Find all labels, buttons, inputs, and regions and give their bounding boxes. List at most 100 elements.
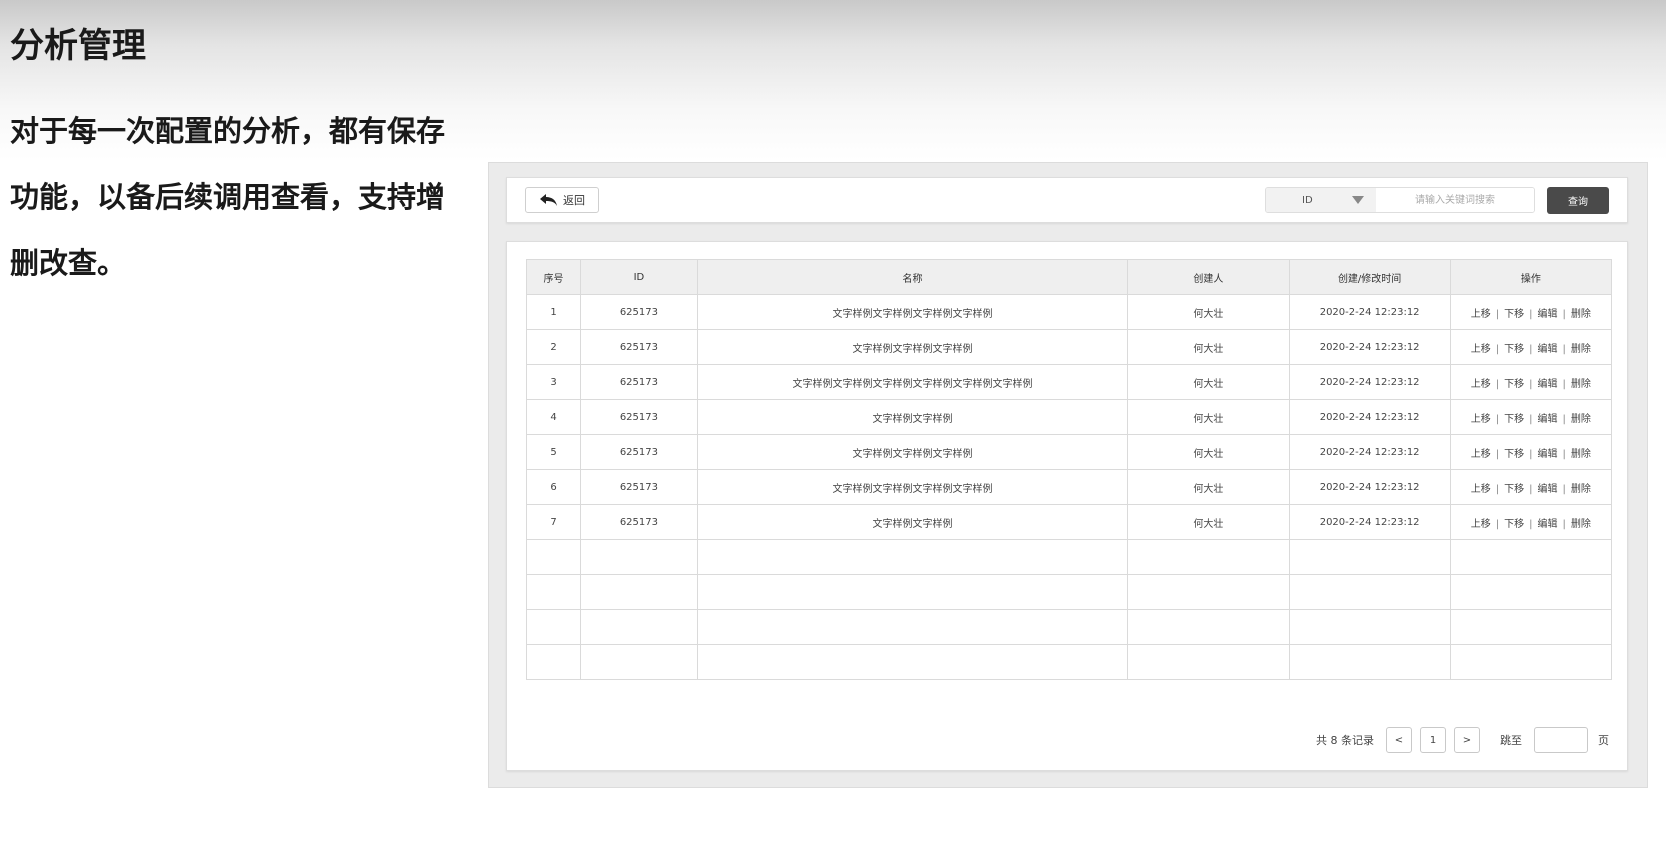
search-field-value: ID [1302,194,1313,206]
empty-cell [580,539,698,575]
empty-cell [1449,609,1613,645]
cell-time: 2020-2-24 12:23:12 [1288,329,1451,365]
empty-cell [580,574,698,610]
jump-page-input[interactable] [1534,727,1588,753]
table-row: 6 625173 文字样例文字样例文字样例文字样例 何大壮 2020-2-24 12:2… [525,469,1613,505]
current-page-button[interactable]: 1 [1420,727,1446,753]
edit-link[interactable]: 编辑 [1533,484,1563,495]
cell-actions: 上移 | 下移 | 编辑 | 删除 [1449,329,1613,365]
cell-name: 文字样例文字样例文字样例 [696,329,1129,365]
delete-link[interactable]: 删除 [1566,484,1596,495]
empty-cell [1449,539,1613,575]
delete-link[interactable]: 删除 [1566,414,1596,425]
delete-link[interactable]: 删除 [1566,309,1596,320]
empty-cell [580,609,698,645]
cell-actions: 上移 | 下移 | 编辑 | 删除 [1449,469,1613,505]
query-button[interactable]: 查询 [1547,187,1609,214]
cell-time: 2020-2-24 12:23:12 [1288,294,1451,330]
cell-id: 625173 [580,399,698,435]
cell-id: 625173 [580,329,698,365]
table-row: 7 625173 文字样例文字样例 何大壮 2020-2-24 12:23:12 上移 | 下… [525,504,1613,540]
empty-cell [1288,609,1451,645]
prev-page-button[interactable]: < [1386,727,1412,753]
empty-cell [1127,574,1290,610]
cell-id: 625173 [580,504,698,540]
delete-link[interactable]: 删除 [1566,379,1596,390]
next-page-button[interactable]: > [1454,727,1480,753]
cell-time: 2020-2-24 12:23:12 [1288,364,1451,400]
search-group: ID [1265,187,1535,213]
delete-link[interactable]: 删除 [1566,344,1596,355]
empty-cell [1127,609,1290,645]
move-down-link[interactable]: 下移 [1499,484,1529,495]
edit-link[interactable]: 编辑 [1533,344,1563,355]
cell-name: 文字样例文字样例文字样例文字样例 [696,469,1129,505]
cell-id: 625173 [580,364,698,400]
move-down-link[interactable]: 下移 [1499,379,1529,390]
empty-cell [580,644,698,680]
cell-index: 3 [525,364,582,400]
move-up-link[interactable]: 上移 [1466,519,1496,530]
table-body: 1 625173 文字样例文字样例文字样例文字样例 何大壮 2020-2-24 12:2… [525,294,1613,680]
empty-table-row [525,539,1613,575]
empty-table-row [525,644,1613,680]
cell-index: 5 [525,434,582,470]
cell-creator: 何大壮 [1127,329,1290,365]
edit-link[interactable]: 编辑 [1533,309,1563,320]
cell-id: 625173 [580,294,698,330]
move-up-link[interactable]: 上移 [1466,484,1496,495]
delete-link[interactable]: 删除 [1566,449,1596,460]
move-down-link[interactable]: 下移 [1499,449,1529,460]
table-row: 5 625173 文字样例文字样例文字样例 何大壮 2020-2-24 12:23:12… [525,434,1613,470]
table-row: 4 625173 文字样例文字样例 何大壮 2020-2-24 12:23:12 上移 | 下… [525,399,1613,435]
slide-title: 分析管理 [10,26,146,66]
edit-link[interactable]: 编辑 [1533,449,1563,460]
cell-name: 文字样例文字样例文字样例文字样例 [696,294,1129,330]
table-header-row: 序号 ID 名称 创建人 创建/修改时间 操作 [525,259,1613,295]
empty-cell [1127,539,1290,575]
move-up-link[interactable]: 上移 [1466,449,1496,460]
move-up-link[interactable]: 上移 [1466,414,1496,425]
cell-creator: 何大壮 [1127,399,1290,435]
empty-table-row [525,574,1613,610]
empty-cell [1449,644,1613,680]
empty-cell [1288,574,1451,610]
move-up-link[interactable]: 上移 [1466,379,1496,390]
empty-cell [525,609,582,645]
move-down-link[interactable]: 下移 [1499,414,1529,425]
back-button-label: 返回 [563,194,585,207]
move-up-link[interactable]: 上移 [1466,344,1496,355]
move-up-link[interactable]: 上移 [1466,309,1496,320]
cell-index: 4 [525,399,582,435]
edit-link[interactable]: 编辑 [1533,379,1563,390]
search-field-select[interactable]: ID [1266,188,1376,212]
pagination: 共 8 条记录 < 1 > 跳至 页 [1316,726,1609,754]
table-row: 3 625173 文字样例文字样例文字样例文字样例文字样例文字样例 何大壮 2020-2… [525,364,1613,400]
empty-cell [525,539,582,575]
move-down-link[interactable]: 下移 [1499,344,1529,355]
edit-link[interactable]: 编辑 [1533,414,1563,425]
delete-link[interactable]: 删除 [1566,519,1596,530]
empty-cell [696,644,1129,680]
move-down-link[interactable]: 下移 [1499,309,1529,320]
empty-cell [1288,539,1451,575]
video-watermark [1646,0,1666,42]
cell-index: 2 [525,329,582,365]
jump-to-label: 跳至 [1500,734,1522,747]
return-arrow-icon [539,192,559,208]
move-down-link[interactable]: 下移 [1499,519,1529,530]
cell-index: 6 [525,469,582,505]
edit-link[interactable]: 编辑 [1533,519,1563,530]
empty-cell [525,644,582,680]
search-input[interactable] [1376,188,1534,212]
slide-description: 对于每一次配置的分析，都有保存功能，以备后续调用查看，支持增删改查。 [10,114,446,280]
empty-cell [1127,644,1290,680]
column-header-id: ID [580,259,698,295]
cell-actions: 上移 | 下移 | 编辑 | 删除 [1449,399,1613,435]
back-button[interactable]: 返回 [525,187,599,213]
content-panel: 序号 ID 名称 创建人 创建/修改时间 操作 1 625173 文字样例文字样例文… [506,241,1628,771]
cell-time: 2020-2-24 12:23:12 [1288,469,1451,505]
cell-time: 2020-2-24 12:23:12 [1288,504,1451,540]
cell-actions: 上移 | 下移 | 编辑 | 删除 [1449,294,1613,330]
empty-cell [696,609,1129,645]
